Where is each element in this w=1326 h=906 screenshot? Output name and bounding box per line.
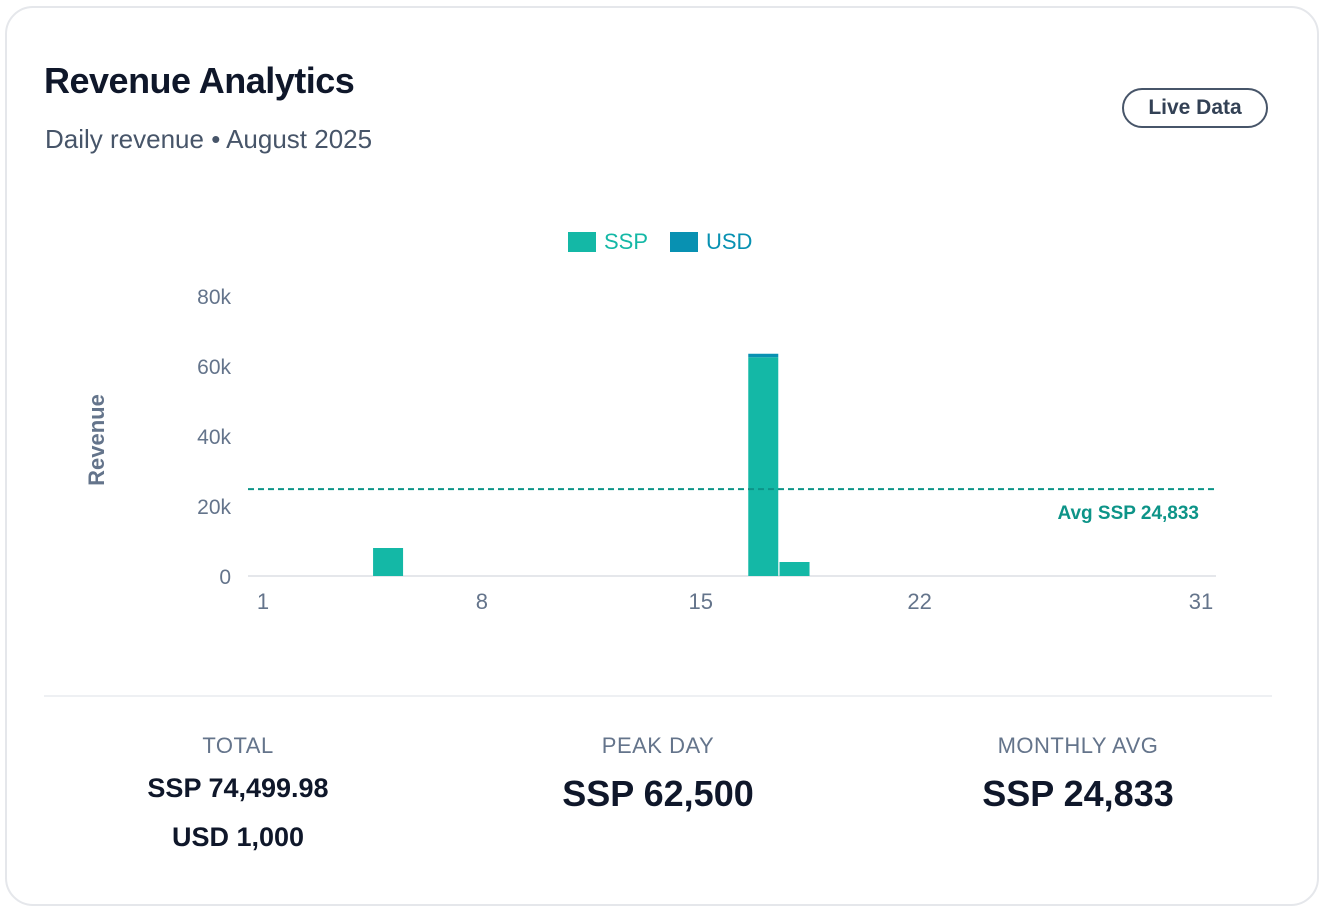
bar-ssp-day-5: [373, 548, 404, 576]
bar-ssp-day-18: [779, 562, 810, 576]
legend-label-ssp: SSP: [604, 229, 648, 254]
stat-peak-day: PEAK DAY SSP 62,500: [508, 733, 808, 815]
section-divider: [44, 695, 1272, 697]
stat-monthly-avg: MONTHLY AVG SSP 24,833: [928, 733, 1228, 815]
stat-total-ssp: SSP 74,499.98: [147, 773, 329, 803]
y-tick-label: 40k: [197, 426, 231, 449]
revenue-chart: SSP USD Revenue 0 20k 40k 60k 80k 1 8 15 22 31 Avg SS…: [84, 229, 1216, 614]
legend-label-usd: USD: [706, 229, 752, 254]
stat-total: TOTAL SSP 74,499.98 USD 1,000: [88, 733, 388, 853]
x-tick-label: 15: [688, 589, 712, 614]
stat-avg-label: MONTHLY AVG: [997, 733, 1159, 758]
legend-swatch-usd: [670, 232, 698, 252]
y-tick-label: 0: [219, 566, 231, 589]
stat-avg-value: SSP 24,833: [982, 773, 1174, 814]
x-tick-label: 31: [1189, 589, 1213, 614]
bar-usd-day-17: [748, 353, 779, 358]
stat-peak-label: PEAK DAY: [601, 733, 715, 758]
x-tick-label: 22: [907, 589, 931, 614]
x-tick-label: 1: [257, 589, 269, 614]
y-tick-label: 80k: [197, 286, 231, 309]
stat-total-usd: USD 1,000: [171, 822, 305, 852]
y-tick-label: 60k: [197, 356, 231, 379]
average-reference-label: Avg SSP 24,833: [1057, 503, 1199, 524]
y-axis-title: Revenue: [84, 394, 109, 486]
bar-ssp-day-17: [748, 357, 779, 576]
y-tick-label: 20k: [197, 496, 231, 519]
stat-total-label: TOTAL: [202, 733, 274, 758]
legend-swatch-ssp: [568, 232, 596, 252]
x-tick-label: 8: [476, 589, 488, 614]
stat-peak-value: SSP 62,500: [562, 773, 754, 814]
